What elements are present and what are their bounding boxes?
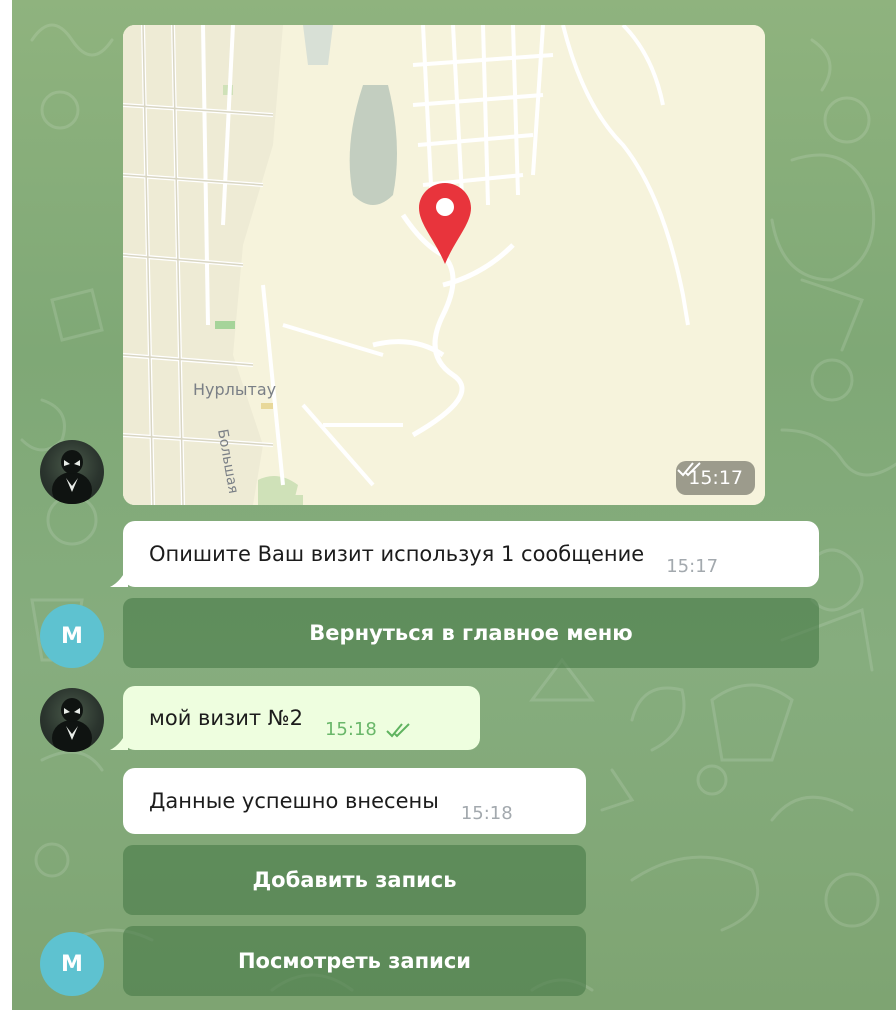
bubble-tail bbox=[110, 728, 128, 750]
user-avatar[interactable] bbox=[40, 440, 104, 504]
view-records-button[interactable]: Посмотреть записи bbox=[123, 926, 586, 996]
map-time-badge: 15:17 bbox=[676, 461, 755, 495]
message-time: 15:18 bbox=[325, 719, 411, 740]
map-image: Нурлытау Большая bbox=[123, 25, 765, 505]
bot-message-prompt: Опишите Ваш визит используя 1 сообщение … bbox=[123, 521, 819, 587]
message-text: Данные успешно внесены bbox=[149, 789, 439, 813]
double-check-icon bbox=[677, 462, 701, 477]
message-time: 15:18 bbox=[460, 803, 513, 824]
venom-avatar-icon bbox=[52, 698, 92, 752]
bubble-tail bbox=[110, 565, 128, 587]
double-check-icon bbox=[386, 722, 410, 737]
user-avatar[interactable] bbox=[40, 688, 104, 752]
message-text: мой визит №2 bbox=[149, 706, 303, 730]
add-record-button[interactable]: Добавить запись bbox=[123, 845, 586, 915]
bot-avatar[interactable]: M bbox=[40, 604, 104, 668]
message-time: 15:17 bbox=[666, 556, 719, 577]
map-place-label: Нурлытау bbox=[193, 380, 276, 399]
bot-avatar[interactable]: M bbox=[40, 932, 104, 996]
user-message-visit: мой визит №2 15:18 bbox=[123, 686, 480, 750]
back-to-main-menu-button[interactable]: Вернуться в главное меню bbox=[123, 598, 819, 668]
bot-message-confirmation: Данные успешно внесены 15:18 bbox=[123, 768, 586, 834]
chat-window: Нурлытау Большая 15:17 Опишите Ваш визит… bbox=[0, 0, 896, 1010]
location-map-bubble[interactable]: Нурлытау Большая 15:17 bbox=[123, 25, 765, 505]
venom-avatar-icon bbox=[52, 450, 92, 504]
message-text: Опишите Ваш визит используя 1 сообщение bbox=[149, 542, 645, 566]
